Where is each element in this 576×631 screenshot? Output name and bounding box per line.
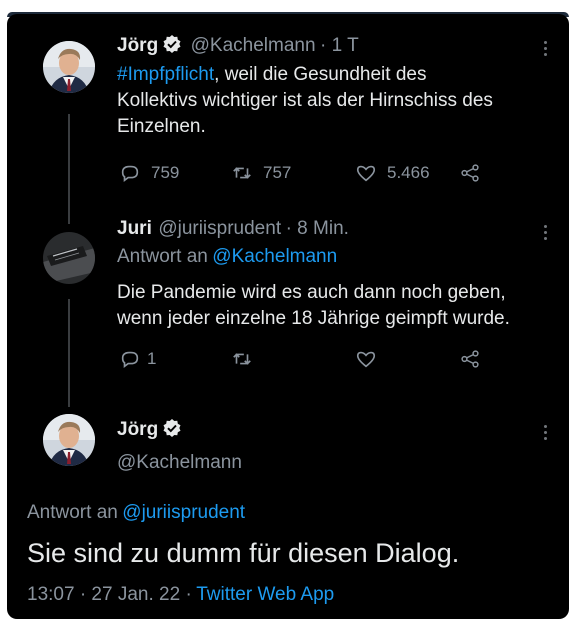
author-name[interactable]: Jörg [117,419,158,440]
hashtag-link[interactable]: #Impfpflicht [117,64,214,85]
timestamp[interactable]: 13:07 · 27 Jan. 22 · [27,584,192,605]
reply-button[interactable]: 1 [119,348,231,370]
avatar[interactable] [43,41,95,93]
retweet-icon [233,353,251,365]
tweet1-header: Jörg @Kachelmann · 1 T [117,34,359,59]
more-options-icon[interactable] [544,222,547,243]
mention-link[interactable]: @juriisprudent [122,502,245,523]
tweet2-text: Die Pandemie wird es auch dann noch gebe… [117,282,510,329]
thread-line [68,114,70,224]
author-handle[interactable]: @Kachelmann [117,452,242,474]
reply-context: Antwort an @juriisprudent [27,502,246,523]
retweet-icon [233,167,251,179]
share-icon [461,164,479,182]
share-button[interactable] [459,162,481,184]
avatar[interactable] [43,414,95,466]
reply-context: Antwort an @Kachelmann [117,246,338,267]
reply-button[interactable]: 759 [119,162,231,184]
tweet-time[interactable]: · 1 T [320,35,359,56]
reply-icon [121,351,139,368]
retweet-button[interactable] [231,348,355,370]
heart-icon [356,165,376,182]
tweet-time[interactable]: · 8 Min. [286,218,349,239]
tweet3-name: Jörg [117,418,182,443]
main-tweet-text: Sie sind zu dumm für diesen Dialog. [27,538,460,568]
heart-icon [356,351,376,368]
more-options-icon[interactable] [544,422,547,443]
source-link[interactable]: Twitter Web App [196,584,334,605]
author-handle[interactable]: @juriisprudent [158,218,281,239]
tweet-meta: 13:07 · 27 Jan. 22 · Twitter Web App [27,584,334,606]
reply-icon [121,165,139,182]
author-name[interactable]: Jörg [117,35,158,56]
mention-link[interactable]: @Kachelmann [212,246,337,267]
tweet-thread: Jörg @Kachelmann · 1 T #Impfpflicht, wei… [7,14,569,619]
tweet2-actions: 1 [119,348,481,370]
like-button[interactable]: 5.466 [355,162,459,184]
verified-badge-icon [162,34,182,59]
share-button[interactable] [459,348,481,370]
tweet2-header: Juri @juriisprudent · 8 Min. [117,218,349,240]
verified-badge-icon [162,418,182,443]
tweet1-text: #Impfpflicht, weil die Gesundheit des Ko… [117,64,493,137]
author-handle[interactable]: @Kachelmann [191,35,316,56]
thread-line [68,299,70,407]
retweet-button[interactable]: 757 [231,162,355,184]
tweet1-actions: 759 757 5.466 [119,162,481,184]
author-name[interactable]: Juri [117,218,152,239]
avatar[interactable] [43,232,95,284]
more-options-icon[interactable] [544,38,547,59]
share-icon [461,350,479,368]
like-button[interactable] [355,348,459,370]
